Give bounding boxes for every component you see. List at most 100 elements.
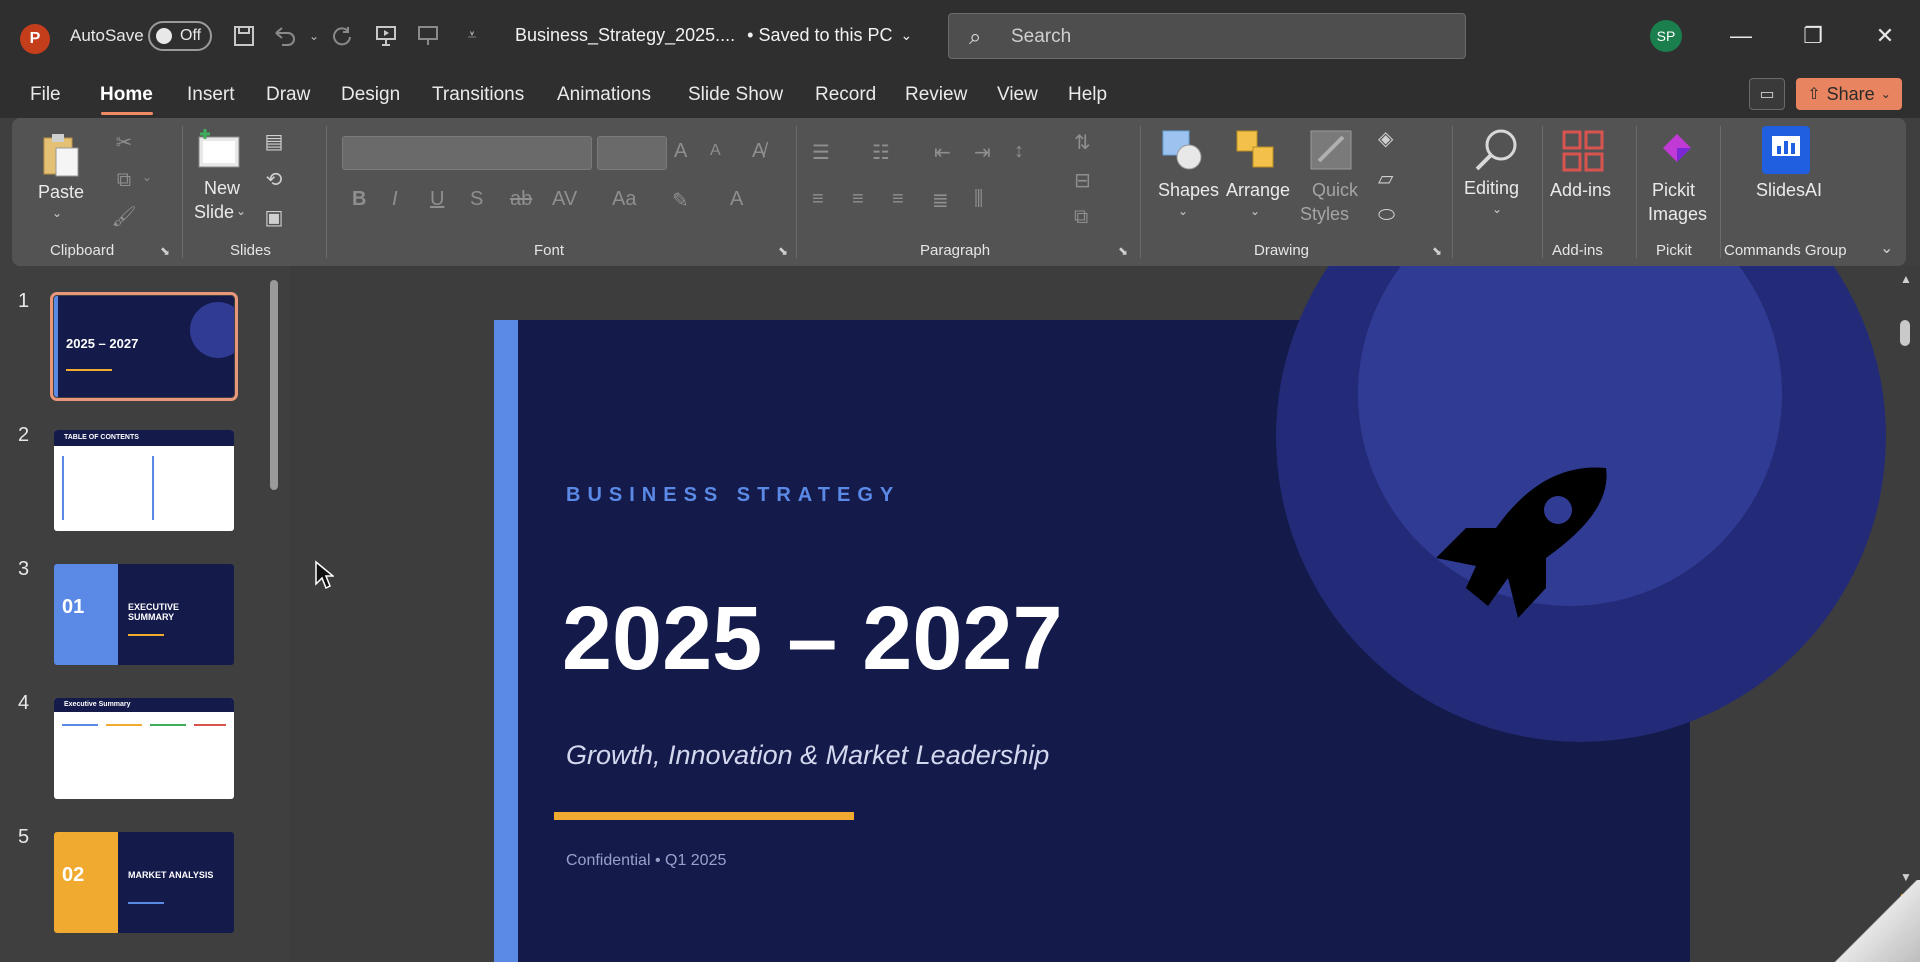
editing-label[interactable]: Editing bbox=[1464, 178, 1519, 199]
font-color-icon[interactable]: A bbox=[730, 188, 743, 211]
present-current-icon[interactable] bbox=[414, 22, 442, 50]
text-direction-icon[interactable]: ⇅ bbox=[1074, 130, 1091, 155]
numbering-icon[interactable]: ☷ bbox=[872, 140, 890, 165]
scrollbar-thumb[interactable] bbox=[1900, 320, 1910, 346]
slidesai-icon[interactable] bbox=[1762, 126, 1810, 174]
layout-icon[interactable]: ▤ bbox=[262, 130, 286, 153]
change-case-icon[interactable]: Aa bbox=[612, 188, 636, 211]
pickit-icon[interactable] bbox=[1654, 128, 1700, 172]
tab-animations[interactable]: Animations bbox=[557, 84, 651, 106]
tab-design[interactable]: Design bbox=[341, 84, 400, 106]
slide-subtitle[interactable]: Growth, Innovation & Market Leadership bbox=[566, 740, 1049, 771]
tab-slide-show[interactable]: Slide Show bbox=[688, 84, 783, 106]
addins-icon[interactable] bbox=[1560, 128, 1606, 174]
shape-effects-icon[interactable]: ⬭ bbox=[1378, 204, 1395, 227]
close-icon[interactable]: ✕ bbox=[1864, 16, 1906, 56]
slide-headline[interactable]: 2025 – 2027 bbox=[562, 588, 1063, 691]
paste-icon[interactable] bbox=[38, 130, 82, 180]
restore-icon[interactable]: ❐ bbox=[1792, 16, 1834, 56]
new-slide-label-1[interactable]: New bbox=[204, 178, 240, 199]
chevron-down-icon[interactable]: ⌄ bbox=[52, 206, 62, 220]
shapes-label[interactable]: Shapes bbox=[1158, 180, 1219, 201]
undo-dropdown-icon[interactable]: ⌄ bbox=[300, 22, 328, 50]
addins-label[interactable]: Add-ins bbox=[1550, 180, 1611, 201]
customize-toolbar-icon[interactable]: ⩡ bbox=[458, 22, 486, 50]
tab-record[interactable]: Record bbox=[815, 84, 876, 106]
dialog-launcher-icon[interactable]: ⬊ bbox=[778, 244, 788, 258]
reset-slide-icon[interactable]: ⟲ bbox=[262, 168, 286, 191]
line-spacing-icon[interactable]: ↕ bbox=[1014, 140, 1024, 163]
save-icon[interactable] bbox=[230, 22, 258, 50]
autosave-toggle[interactable]: Off bbox=[148, 21, 212, 51]
increase-indent-icon[interactable]: ⇥ bbox=[974, 140, 991, 165]
highlight-icon[interactable]: ✎ bbox=[672, 188, 689, 213]
bold-icon[interactable]: B bbox=[352, 188, 366, 211]
slide-thumbnail-3[interactable]: 01 EXECUTIVE SUMMARY bbox=[54, 564, 234, 665]
new-slide-label-2[interactable]: Slide bbox=[194, 202, 234, 223]
slidesai-label[interactable]: SlidesAI bbox=[1756, 180, 1822, 201]
thumbnail-scrollbar[interactable] bbox=[270, 280, 278, 490]
tab-home[interactable]: Home bbox=[100, 84, 153, 106]
quick-styles-icon[interactable] bbox=[1308, 128, 1354, 172]
align-text-icon[interactable]: ⊟ bbox=[1074, 168, 1091, 193]
slide-thumbnail-2[interactable]: TABLE OF CONTENTS bbox=[54, 430, 234, 531]
chevron-down-icon[interactable]: ⌄ bbox=[236, 204, 246, 218]
copy-icon[interactable]: ⧉ bbox=[112, 168, 136, 192]
chevron-down-icon[interactable]: ⌄ bbox=[1250, 204, 1260, 218]
shape-outline-icon[interactable]: ▱ bbox=[1378, 166, 1393, 191]
document-title[interactable]: Business_Strategy_2025.... • Saved to th… bbox=[515, 25, 912, 46]
tab-insert[interactable]: Insert bbox=[187, 84, 235, 106]
collapse-ribbon-icon[interactable]: ⌄ bbox=[1880, 238, 1893, 258]
dialog-launcher-icon[interactable]: ⬊ bbox=[1432, 244, 1442, 258]
font-size-select[interactable] bbox=[597, 136, 667, 170]
arrange-icon[interactable] bbox=[1234, 128, 1280, 172]
increase-font-size-icon[interactable]: A bbox=[674, 140, 687, 163]
slide-thumbnail-5[interactable]: 02 MARKET ANALYSIS bbox=[54, 832, 234, 933]
pickit-label-2[interactable]: Images bbox=[1648, 204, 1707, 225]
align-center-icon[interactable]: ≡ bbox=[852, 188, 864, 211]
chevron-down-icon[interactable]: ⌄ bbox=[142, 170, 152, 184]
align-right-icon[interactable]: ≡ bbox=[892, 188, 904, 211]
tab-transitions[interactable]: Transitions bbox=[432, 84, 524, 106]
underline-icon[interactable]: U bbox=[430, 188, 444, 211]
search-box[interactable]: ⌕ Search bbox=[948, 13, 1466, 59]
slide-thumbnail-1[interactable]: 2025 – 2027 bbox=[50, 292, 238, 401]
quick-styles-label-1[interactable]: Quick bbox=[1312, 180, 1358, 201]
section-icon[interactable]: ▣ bbox=[262, 206, 286, 229]
vertical-scrollbar[interactable]: ▲ ▼ ⏫ ⏬ bbox=[1892, 266, 1920, 962]
tab-view[interactable]: View bbox=[997, 84, 1038, 106]
undo-icon[interactable] bbox=[270, 22, 298, 50]
justify-icon[interactable]: ≣ bbox=[932, 188, 949, 213]
smartart-icon[interactable]: ⧉ bbox=[1074, 206, 1088, 229]
slide-accent-line[interactable] bbox=[554, 812, 854, 820]
tab-help[interactable]: Help bbox=[1068, 84, 1107, 106]
clear-formatting-icon[interactable]: A̸ bbox=[752, 140, 765, 163]
comments-button[interactable]: ▭ bbox=[1749, 78, 1785, 110]
italic-icon[interactable]: I bbox=[392, 188, 398, 211]
arrange-label[interactable]: Arrange bbox=[1226, 180, 1290, 201]
slide-footer[interactable]: Confidential • Q1 2025 bbox=[566, 852, 726, 870]
new-slide-icon[interactable] bbox=[196, 128, 242, 170]
redo-icon[interactable] bbox=[328, 22, 356, 50]
tab-draw[interactable]: Draw bbox=[266, 84, 310, 106]
present-from-start-icon[interactable] bbox=[372, 22, 400, 50]
chevron-down-icon[interactable]: ⌄ bbox=[1492, 202, 1502, 216]
scroll-up-icon[interactable]: ▲ bbox=[1900, 272, 1912, 286]
decrease-indent-icon[interactable]: ⇤ bbox=[934, 140, 951, 165]
avatar[interactable]: SP bbox=[1650, 20, 1682, 52]
paste-label[interactable]: Paste bbox=[38, 182, 84, 203]
shadow-icon[interactable]: S bbox=[470, 188, 483, 211]
decrease-font-size-icon[interactable]: A bbox=[710, 142, 721, 160]
dialog-launcher-icon[interactable]: ⬊ bbox=[160, 244, 170, 258]
tab-file[interactable]: File bbox=[30, 84, 61, 106]
slide-thumbnail-4[interactable]: Executive Summary bbox=[54, 698, 234, 799]
dialog-launcher-icon[interactable]: ⬊ bbox=[1118, 244, 1128, 258]
format-painter-icon[interactable]: 🖌 bbox=[111, 204, 136, 228]
columns-icon[interactable]: ⫼ bbox=[974, 188, 983, 211]
pickit-label-1[interactable]: Pickit bbox=[1652, 180, 1695, 201]
quick-styles-label-2[interactable]: Styles bbox=[1300, 204, 1349, 225]
slide-kicker[interactable]: BUSINESS STRATEGY bbox=[566, 484, 900, 507]
strikethrough-icon[interactable]: ab bbox=[510, 188, 532, 211]
editing-search-icon[interactable] bbox=[1472, 126, 1522, 174]
cut-icon[interactable]: ✂ bbox=[112, 130, 136, 154]
